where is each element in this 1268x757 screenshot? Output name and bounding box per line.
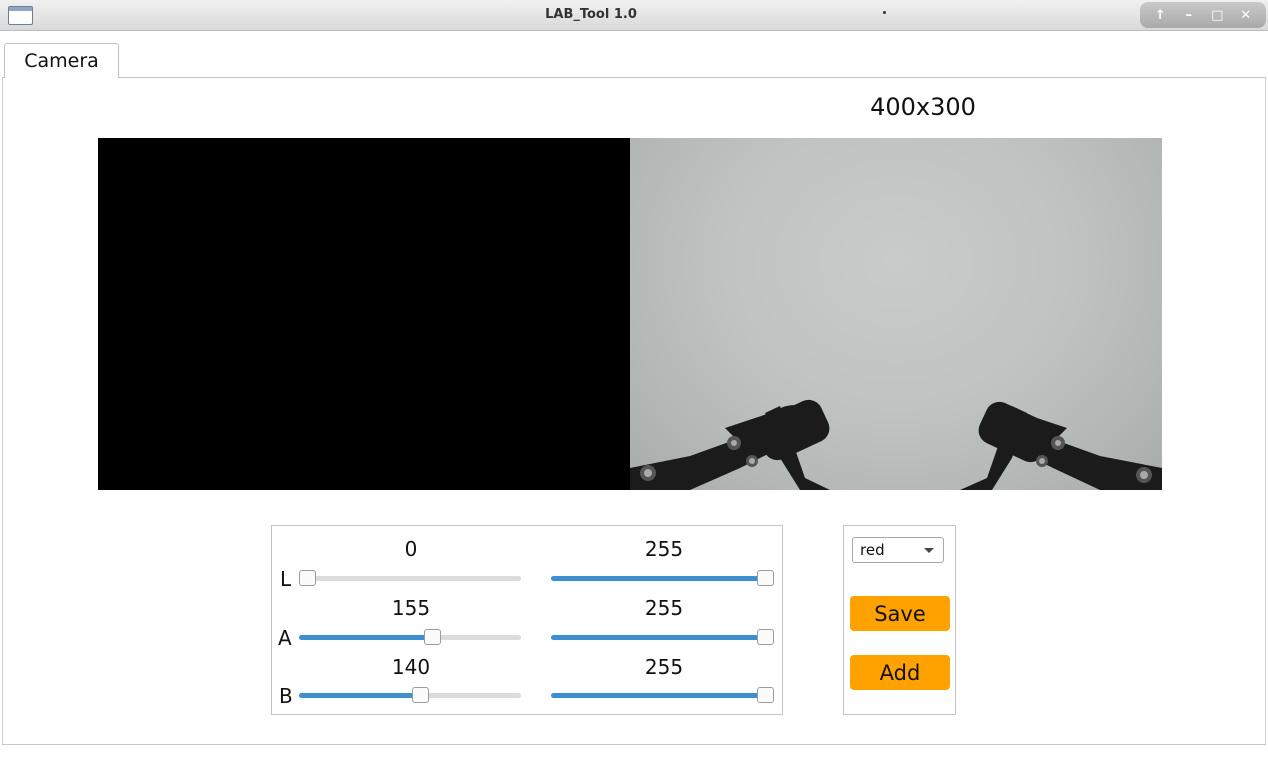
slider-handle[interactable]: [412, 687, 429, 703]
b-channel-label: B: [279, 684, 293, 708]
slider-fill: [299, 635, 432, 640]
pane-border-left: [2, 77, 3, 745]
slider-handle[interactable]: [299, 570, 316, 586]
a-channel-label: A: [278, 626, 292, 650]
slider-fill: [299, 693, 420, 698]
window-title: LAB_Tool 1.0: [545, 7, 637, 22]
a-max-value: 255: [644, 596, 684, 620]
window-controls: ↑ – □ ✕: [1140, 2, 1266, 28]
l-min-value: 0: [404, 537, 418, 561]
color-control-panel: red Save Add: [843, 525, 956, 715]
camera-display: [98, 138, 1162, 490]
lab-threshold-panel: 0 255 L 155 255 A 140 255 B: [271, 525, 783, 715]
b-max-value: 255: [644, 655, 684, 679]
pane-border-right: [1265, 77, 1266, 745]
l-channel-label: L: [280, 567, 292, 591]
tab-camera[interactable]: Camera: [4, 43, 119, 78]
maximize-icon[interactable]: □: [1206, 5, 1228, 25]
robot-gripper-image: [630, 399, 1162, 490]
a-min-slider[interactable]: [299, 629, 521, 645]
title-bar: LAB_Tool 1.0 ↑ – □ ✕: [0, 0, 1268, 31]
slider-handle[interactable]: [757, 629, 774, 645]
keep-above-icon[interactable]: ↑: [1149, 5, 1171, 25]
b-min-slider[interactable]: [299, 687, 521, 703]
l-max-slider[interactable]: [551, 570, 774, 586]
pane-border-bottom: [2, 744, 1266, 745]
close-icon[interactable]: ✕: [1235, 5, 1257, 25]
l-max-value: 255: [644, 537, 684, 561]
lab-tool-window: LAB_Tool 1.0 ↑ – □ ✕ Camera 400x300 0 25…: [0, 0, 1268, 757]
color-select-value: red: [860, 541, 885, 559]
title-dot: [883, 11, 886, 14]
slider-handle[interactable]: [757, 570, 774, 586]
save-button[interactable]: Save: [850, 596, 950, 631]
minimize-icon[interactable]: –: [1178, 5, 1200, 25]
l-min-slider[interactable]: [299, 570, 521, 586]
slider-track: [299, 576, 521, 581]
slider-handle[interactable]: [424, 629, 441, 645]
camera-feed-view: [630, 138, 1162, 490]
chevron-down-icon: [924, 548, 934, 553]
b-min-value: 140: [391, 655, 431, 679]
tab-bar-divider: [2, 77, 1266, 78]
slider-fill: [551, 635, 765, 640]
slider-handle[interactable]: [757, 687, 774, 703]
slider-fill: [551, 576, 765, 581]
resolution-label: 400x300: [870, 93, 976, 121]
color-select[interactable]: red: [852, 537, 944, 563]
a-max-slider[interactable]: [551, 629, 774, 645]
add-button[interactable]: Add: [850, 655, 950, 690]
a-min-value: 155: [391, 596, 431, 620]
mask-view: [98, 138, 630, 490]
slider-fill: [551, 693, 765, 698]
b-max-slider[interactable]: [551, 687, 774, 703]
